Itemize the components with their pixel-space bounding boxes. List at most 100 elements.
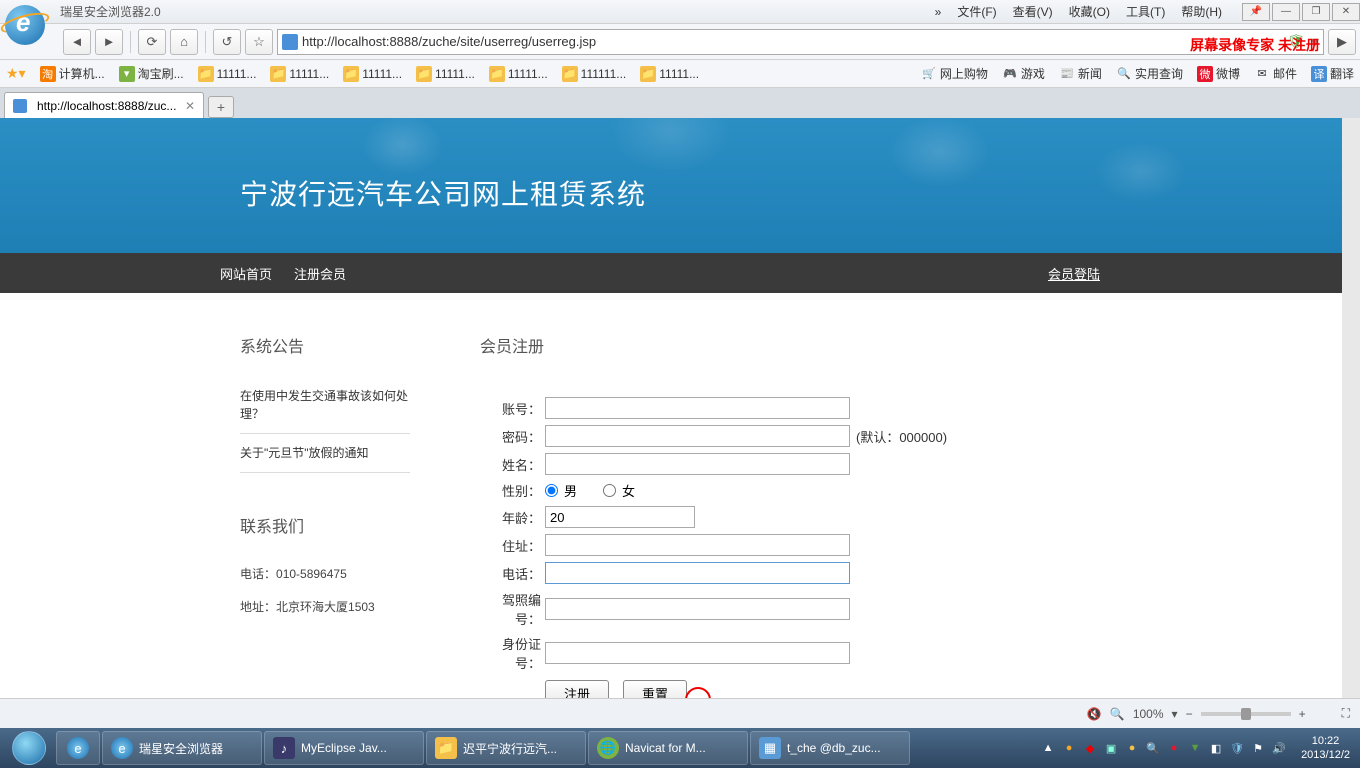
bookmark-item[interactable]: 📁11111... <box>640 66 699 82</box>
title-bar: 瑞星安全浏览器2.0 » 文件(F) 查看(V) 收藏(O) 工具(T) 帮助(… <box>0 0 1360 24</box>
minimize-button[interactable]: — <box>1272 3 1300 21</box>
menu-help[interactable]: 帮助(H) <box>1173 3 1230 20</box>
tab-close-icon[interactable]: ✕ <box>185 99 195 113</box>
tab-bar: http://localhost:8888/zuc... ✕ + <box>0 88 1360 118</box>
bookmark-item[interactable]: 📁111111... <box>562 66 627 82</box>
address-bar[interactable]: http://localhost:8888/zuche/site/userreg… <box>277 29 1324 55</box>
tray-icon[interactable]: ● <box>1061 740 1077 756</box>
label-password: 密码： <box>480 427 545 446</box>
zoom-slider[interactable] <box>1201 712 1291 716</box>
radio-female[interactable] <box>603 484 616 497</box>
task-dbtable[interactable]: ▦t_che @db_zuc... <box>750 731 910 765</box>
task-browser[interactable]: e瑞星安全浏览器 <box>102 731 262 765</box>
input-phone[interactable] <box>545 562 850 584</box>
label-female: 女 <box>622 481 635 500</box>
bookmark-item[interactable]: 📁11111... <box>489 66 548 82</box>
bookmark-search[interactable]: 🔍实用查询 <box>1116 65 1183 82</box>
tab-icon <box>13 99 27 113</box>
zoom-in-icon[interactable]: + <box>1299 707 1306 721</box>
input-license[interactable] <box>545 598 850 620</box>
sound-icon[interactable]: 🔇 <box>1087 707 1102 721</box>
radio-male[interactable] <box>545 484 558 497</box>
task-explorer[interactable]: 📁迟平宁波行远汽... <box>426 731 586 765</box>
input-name[interactable] <box>545 453 850 475</box>
menu-more[interactable]: » <box>927 5 950 19</box>
task-navicat[interactable]: 🌐Navicat for M... <box>588 731 748 765</box>
submit-button[interactable]: 注册 <box>545 680 609 698</box>
menu-favorites[interactable]: 收藏(O) <box>1061 3 1118 20</box>
tray-icon[interactable]: ▲ <box>1040 740 1056 756</box>
form-title: 会员注册 <box>480 333 1342 357</box>
tray-icon[interactable]: 🔍 <box>1145 740 1161 756</box>
reset-button[interactable]: 重置 <box>623 680 687 698</box>
pin-button[interactable]: 📌 <box>1242 3 1270 21</box>
bookmark-item[interactable]: 淘计算机... <box>40 65 105 82</box>
refresh-button[interactable]: ⟳ <box>138 29 166 55</box>
back-button[interactable]: ◄ <box>63 29 91 55</box>
nav-register[interactable]: 注册会员 <box>294 264 346 283</box>
url-text: http://localhost:8888/zuche/site/userreg… <box>302 34 1287 49</box>
contact-phone: 电话：010-5896475 <box>240 557 410 590</box>
taskbar-clock[interactable]: 10:22 2013/12/2 <box>1295 734 1356 763</box>
tray-icon[interactable]: ◆ <box>1082 740 1098 756</box>
tray-icon[interactable]: ▼ <box>1187 740 1203 756</box>
tray-volume-icon[interactable]: 🔊 <box>1271 740 1287 756</box>
tray-icon[interactable]: ◧ <box>1208 740 1224 756</box>
close-button[interactable]: ✕ <box>1332 3 1360 21</box>
input-address[interactable] <box>545 534 850 556</box>
bookmark-item[interactable]: ▾淘宝刷... <box>119 65 184 82</box>
zoom-out-icon[interactable]: − <box>1186 707 1193 721</box>
tray-icon[interactable]: 🛡 <box>1229 740 1245 756</box>
input-account[interactable] <box>545 397 850 419</box>
home-button[interactable]: ⌂ <box>170 29 198 55</box>
task-myeclipse[interactable]: ♪MyEclipse Jav... <box>264 731 424 765</box>
bookmarks-star-icon[interactable]: ★▾ <box>6 65 26 82</box>
bookmark-mail[interactable]: ✉邮件 <box>1254 65 1297 82</box>
menu-file[interactable]: 文件(F) <box>949 3 1004 20</box>
browser-logo-icon <box>5 5 55 55</box>
notice-link[interactable]: 在使用中发生交通事故该如何处理？ <box>240 377 410 434</box>
nav-login[interactable]: 会员登陆 <box>1048 264 1100 283</box>
maximize-button[interactable]: ❐ <box>1302 3 1330 21</box>
bookmark-item[interactable]: 📁11111... <box>270 66 329 82</box>
favorite-button[interactable]: ☆ <box>245 29 273 55</box>
history-button[interactable]: ↺ <box>213 29 241 55</box>
tab-active[interactable]: http://localhost:8888/zuc... ✕ <box>4 92 204 118</box>
main-form: 会员注册 账号： 密码：(默认：000000) 姓名： 性别： 男 女 年龄： … <box>480 333 1342 698</box>
input-password[interactable] <box>545 425 850 447</box>
system-tray: ▲ ● ◆ ▣ ● 🔍 ● ▼ ◧ 🛡 ⚑ 🔊 <box>1034 740 1293 756</box>
start-button[interactable] <box>4 730 54 766</box>
input-age[interactable] <box>545 506 695 528</box>
bookmark-shopping[interactable]: 🛒网上购物 <box>921 65 988 82</box>
zoom-icon[interactable]: 🔍 <box>1110 707 1125 721</box>
menu-tools[interactable]: 工具(T) <box>1118 3 1173 20</box>
tray-icon[interactable]: ⚑ <box>1250 740 1266 756</box>
notice-link[interactable]: 关于"元旦节"放假的通知 <box>240 434 410 473</box>
forward-button[interactable]: ► <box>95 29 123 55</box>
watermark-text: 屏幕录像专家 未注册 <box>1190 35 1320 55</box>
label-name: 姓名： <box>480 455 545 474</box>
go-button[interactable]: ▶ <box>1328 29 1356 55</box>
label-phone: 电话： <box>480 564 545 583</box>
site-nav: 网站首页 注册会员 会员登陆 <box>0 253 1342 293</box>
tray-icon[interactable]: ● <box>1124 740 1140 756</box>
bookmark-item[interactable]: 📁11111... <box>198 66 257 82</box>
tray-icon[interactable]: ● <box>1166 740 1182 756</box>
zoom-dropdown-icon[interactable]: ▾ <box>1172 707 1178 721</box>
bookmark-item[interactable]: 📁11111... <box>416 66 475 82</box>
bookmark-news[interactable]: 📰新闻 <box>1059 65 1102 82</box>
window-title: 瑞星安全浏览器2.0 <box>60 3 161 20</box>
tray-icon[interactable]: ▣ <box>1103 740 1119 756</box>
bookmark-translate[interactable]: 译翻译 <box>1311 65 1354 82</box>
input-idcard[interactable] <box>545 642 850 664</box>
bookmark-games[interactable]: 🎮游戏 <box>1002 65 1045 82</box>
new-tab-button[interactable]: + <box>208 96 234 118</box>
label-male: 男 <box>564 481 577 500</box>
bookmark-item[interactable]: 📁11111... <box>343 66 402 82</box>
menu-view[interactable]: 查看(V) <box>1005 3 1061 20</box>
fullscreen-icon[interactable]: ⛶ <box>1342 706 1350 721</box>
nav-home[interactable]: 网站首页 <box>220 264 272 283</box>
bookmark-weibo[interactable]: 微微博 <box>1197 65 1240 82</box>
task-ie-pinned[interactable]: e <box>56 731 100 765</box>
contact-title: 联系我们 <box>240 513 410 537</box>
